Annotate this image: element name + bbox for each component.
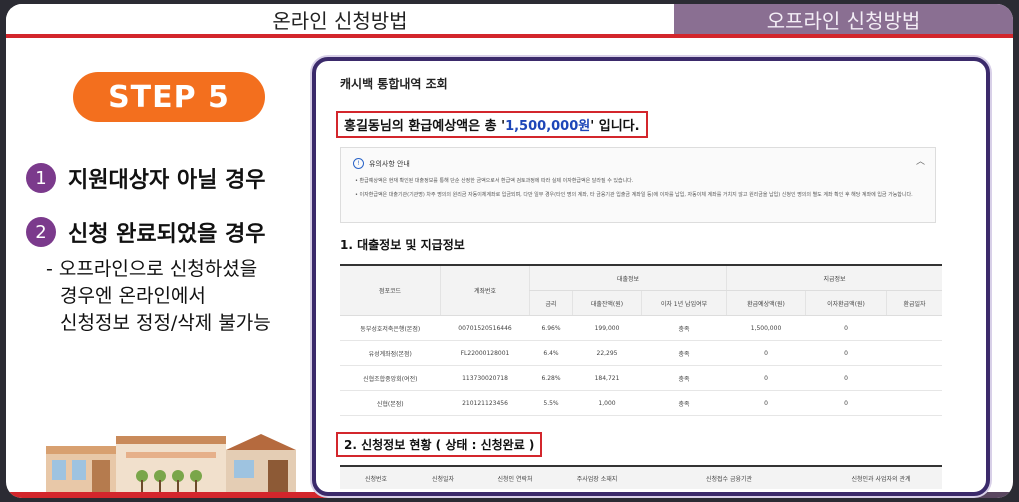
panel-title: 캐시백 통합내역 조회 — [340, 77, 448, 91]
info-icon: ! — [353, 158, 364, 169]
item-number-2: 2 — [26, 217, 56, 247]
inquiry-screenshot-panel: 캐시백 통합내역 조회 홍길동님의 환급예상액은 총 '1,500,000원' … — [312, 57, 990, 496]
cell: 0 — [805, 315, 887, 341]
table-row: 동부성호저축은행(본점) 00701520516446 6.96% 199,00… — [340, 315, 942, 341]
item-not-eligible: 1 지원대상자 아닐 경우 — [26, 162, 265, 194]
tab-offline[interactable]: 오프라인 신청방법 — [674, 4, 1013, 34]
section-loan-info-title: 1. 대출정보 및 지급정보 — [340, 238, 465, 252]
cell: 00701520516446 — [440, 315, 530, 341]
notice-line-1: • 환급예상액은 현재 확인된 대출정보를 통해 단순 산정한 금액으로서 환급… — [355, 178, 634, 184]
notice-line-2: • 이자환급액은 대출기관(기관명) 차주 명의의 원리금 자동이체계좌로 입금… — [355, 192, 913, 198]
refund-suffix: ' 입니다. — [590, 119, 640, 134]
table-row: 유성계좌점(본점) FL22000128001 6.4% 22,295 충족 0… — [340, 340, 942, 366]
item-completed: 2 신청 완료되었을 경우 — [26, 216, 265, 248]
cell: 0 — [805, 340, 887, 366]
item-text-1: 지원대상자 아닐 경우 — [68, 168, 266, 193]
cell: 0 — [726, 365, 806, 391]
cell — [886, 340, 942, 366]
th-app-institution: 신청접수 금융기관 — [638, 466, 820, 489]
cell: 충족 — [641, 365, 727, 391]
refund-prefix: 홍길동님의 환급예상액은 총 ' — [344, 119, 506, 134]
th-interest-paid: 이자 1년 납입여부 — [641, 290, 727, 316]
item-text-2: 신청 완료되었을 경우 — [68, 222, 266, 247]
note-line-3: 신청정보 정정/삭제 불가능 — [60, 312, 271, 334]
refund-amount: 1,500,000원 — [505, 119, 591, 134]
table-row: 신협(본점) 210121123456 5.5% 1,000 충족 0 0 — [340, 390, 942, 416]
tab-online[interactable]: 온라인 신청방법 — [6, 4, 674, 34]
note-line-1: - 오프라인으로 신청하셨을 — [46, 258, 258, 280]
cell: 22,295 — [572, 340, 642, 366]
completed-note: - 오프라인으로 신청하셨을 경우엔 온라인에서 신청정보 정정/삭제 불가능 — [46, 256, 271, 337]
th-refund-date: 환급일자 — [886, 290, 942, 316]
cell: 신협(본점) — [340, 390, 441, 416]
cell: 동부성호저축은행(본점) — [340, 315, 441, 341]
cell: 0 — [805, 390, 887, 416]
step-badge: STEP 5 — [73, 72, 265, 122]
loan-info-table: 점포코드 계좌번호 대출정보 지급정보 금리 대출잔액(원) 이자 1년 납입여… — [340, 264, 942, 416]
th-app-number: 신청번호 — [340, 466, 412, 489]
th-app-relation: 신청인과 사업자의 관계 — [820, 466, 942, 489]
storefront-illustration — [46, 434, 296, 492]
th-branch: 점포코드 — [340, 265, 441, 316]
cell: 1,500,000 — [726, 315, 806, 341]
note-line-2: 경우엔 온라인에서 — [60, 285, 206, 307]
th-expected-refund: 환급예상액(원) — [726, 290, 806, 316]
th-app-date: 신청일자 — [412, 466, 474, 489]
chevron-up-icon[interactable]: ︿ — [916, 154, 925, 167]
th-app-contact: 신청인 연락처 — [474, 466, 556, 489]
cell: 유성계좌점(본점) — [340, 340, 441, 366]
cell: 0 — [726, 340, 806, 366]
cell: 신협조합중앙회(여전) — [340, 365, 441, 391]
application-info-table: 신청번호 신청일자 신청인 연락처 주사업장 소재지 신청접수 금융기관 신청인… — [340, 465, 942, 489]
cell: 199,000 — [572, 315, 642, 341]
section-application-status-title: 2. 신청정보 현황 ( 상태 : 신청완료 ) — [336, 432, 543, 457]
cell: 0 — [805, 365, 887, 391]
notice-header: ! 유의사항 안내 — [353, 158, 410, 169]
cell: 6.96% — [529, 315, 573, 341]
th-balance: 대출잔액(원) — [572, 290, 642, 316]
cell: 충족 — [641, 315, 727, 341]
cell: 6.4% — [529, 340, 573, 366]
cell: 210121123456 — [440, 390, 530, 416]
header-divider — [6, 34, 1013, 38]
cell: 충족 — [641, 390, 727, 416]
th-interest-refund: 이자환급액(원) — [805, 290, 887, 316]
table-row: 신협조합중앙회(여전) 113730020718 6.28% 184,721 충… — [340, 365, 942, 391]
th-app-location: 주사업장 소재지 — [556, 466, 638, 489]
th-account: 계좌번호 — [440, 265, 530, 316]
cell — [886, 315, 942, 341]
cell: 0 — [726, 390, 806, 416]
notice-box[interactable]: ! 유의사항 안내 ︿ • 환급예상액은 현재 확인된 대출정보를 통해 단순 … — [340, 147, 936, 223]
cell: FL22000128001 — [440, 340, 530, 366]
th-group-pay: 지급정보 — [726, 265, 942, 291]
cell — [886, 365, 942, 391]
cell: 충족 — [641, 340, 727, 366]
method-tabs: 온라인 신청방법 오프라인 신청방법 — [6, 4, 1013, 34]
cell: 184,721 — [572, 365, 642, 391]
item-number-1: 1 — [26, 163, 56, 193]
refund-summary: 홍길동님의 환급예상액은 총 '1,500,000원' 입니다. — [336, 111, 648, 138]
th-rate: 금리 — [529, 290, 573, 316]
th-group-loan: 대출정보 — [529, 265, 727, 291]
notice-title: 유의사항 안내 — [369, 159, 410, 168]
cell: 113730020718 — [440, 365, 530, 391]
cell: 5.5% — [529, 390, 573, 416]
cell — [886, 390, 942, 416]
cell: 1,000 — [572, 390, 642, 416]
cell: 6.28% — [529, 365, 573, 391]
